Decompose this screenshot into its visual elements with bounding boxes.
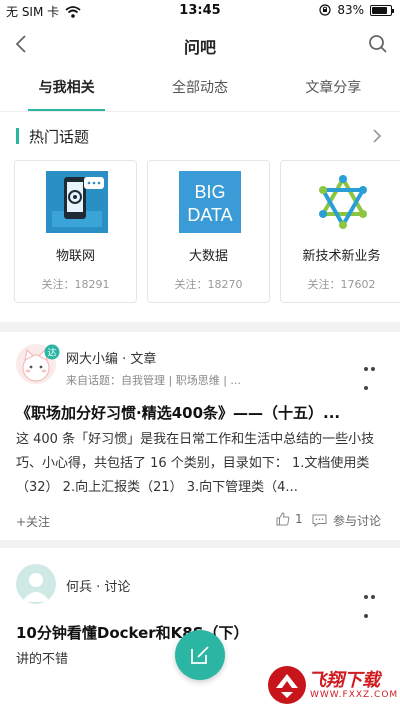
verified-badge-icon: 达 xyxy=(44,344,60,360)
topic-follow-count: 关注：18291 xyxy=(41,278,110,291)
section-accent-bar xyxy=(16,128,19,144)
topic-name: 大数据 xyxy=(188,249,228,264)
watermark-brand: 飞翔下载 xyxy=(308,670,380,691)
follow-button[interactable]: +关注 xyxy=(16,513,50,530)
thumbs-up-icon xyxy=(276,512,290,526)
avatar[interactable] xyxy=(16,564,56,604)
tab-all-activity[interactable]: 全部动态 xyxy=(133,66,266,111)
tab-related[interactable]: 与我相关 xyxy=(0,66,133,111)
post-author[interactable]: 何兵 · 讨论 xyxy=(66,576,130,595)
status-bar: 无 SIM 卡 13:45 83% xyxy=(0,0,400,22)
like-count: 1 xyxy=(295,512,303,526)
topic-cards: 物联网 关注：18291 BIG DATA 大数据 关注：18270 新技术新业… xyxy=(14,160,400,303)
post-excerpt[interactable]: 这 400 条「好习惯」是我在日常工作和生活中总结的一些小技巧、小心得，共包括了… xyxy=(16,428,386,500)
big-data-line-1: BIG xyxy=(194,182,225,202)
page-title: 问吧 xyxy=(183,38,216,57)
post-actions: +关注 1 参与讨论 xyxy=(0,510,400,534)
network-star-icon xyxy=(319,174,367,230)
battery-icon xyxy=(370,4,394,16)
watermark-url: WWW.FXXZ.COM xyxy=(310,690,399,700)
app-screen: 无 SIM 卡 13:45 83% 问吧 与我相关 全部动态 文章分享 热门话题… xyxy=(0,0,400,711)
hot-topics-header: 热门话题 xyxy=(16,126,89,146)
status-right: 83% xyxy=(319,3,394,17)
post-excerpt[interactable]: 讲的不错 xyxy=(16,648,68,667)
chevron-right-icon[interactable] xyxy=(370,128,384,144)
comment-icon xyxy=(312,514,327,527)
topic-name: 物联网 xyxy=(55,249,95,264)
rotation-lock-icon xyxy=(319,4,331,16)
hot-topics-heading: 热门话题 xyxy=(29,127,90,146)
more-options-icon[interactable] xyxy=(364,356,384,390)
post-card[interactable]: 达 网大小编 · 文章 来自话题：自我管理 | 职场思维 | ... 《职场加分… xyxy=(0,332,400,540)
watermark-logo-icon xyxy=(268,666,306,704)
topic-card-bigdata[interactable]: BIG DATA 大数据 关注：18270 xyxy=(147,160,270,303)
like-button[interactable]: 1 xyxy=(276,512,303,526)
more-options-icon[interactable] xyxy=(364,584,384,618)
big-data-line-2: DATA xyxy=(187,205,232,225)
discuss-button[interactable]: 参与讨论 xyxy=(312,512,381,529)
topic-follow-count: 关注：18270 xyxy=(174,278,243,291)
edit-icon xyxy=(191,646,209,664)
compose-button[interactable] xyxy=(175,630,225,680)
hot-topics-section: 热门话题 物联网 关注：18291 BIG DATA 大数据 关注：18270 … xyxy=(0,112,400,322)
post-topic-source[interactable]: 来自话题：自我管理 | 职场思维 | ... xyxy=(66,372,241,388)
topic-card-new-tech[interactable]: 新技术新业务 关注：17602 xyxy=(280,160,400,303)
post-author[interactable]: 网大小编 · 文章 xyxy=(66,348,156,367)
big-data-icon: BIG DATA xyxy=(179,171,241,233)
iot-phone-icon xyxy=(46,171,108,233)
tab-article-share[interactable]: 文章分享 xyxy=(267,66,400,111)
verified-badge-text: 达 xyxy=(47,347,56,359)
battery-fill xyxy=(372,6,387,14)
discuss-label: 参与讨论 xyxy=(333,514,382,528)
topic-follow-count: 关注：17602 xyxy=(307,278,376,291)
battery-percent: 83% xyxy=(337,3,364,17)
topic-card-iot[interactable]: 物联网 关注：18291 xyxy=(14,160,137,303)
nav-bar: 问吧 xyxy=(0,22,400,66)
search-icon[interactable] xyxy=(366,32,390,56)
post-title[interactable]: 《职场加分好习惯·精选400条》——（十五）... xyxy=(16,402,386,423)
default-user-icon xyxy=(22,573,50,602)
topic-name: 新技术新业务 xyxy=(302,249,381,264)
watermark: 飞翔下载 WWW.FXXZ.COM xyxy=(268,662,399,708)
tab-bar: 与我相关 全部动态 文章分享 xyxy=(0,66,400,112)
